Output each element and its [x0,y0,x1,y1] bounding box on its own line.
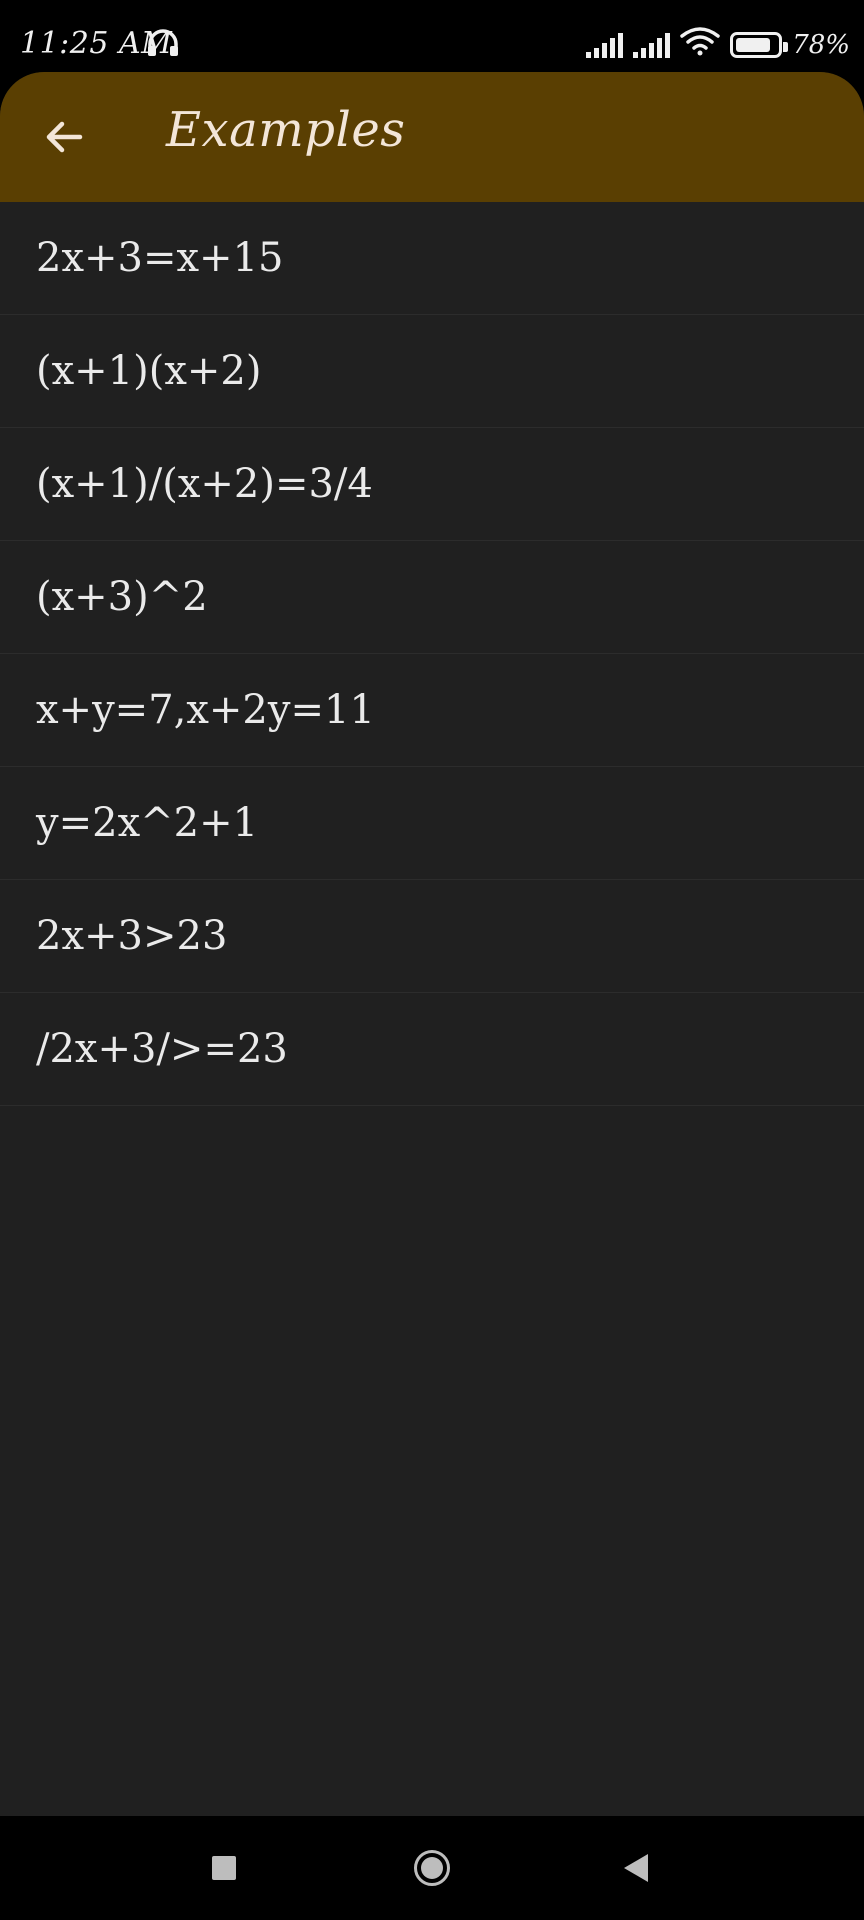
app-screen: Examples 2x+3=x+15 (x+1)(x+2) (x+1)/(x+2… [0,72,864,1816]
signal-icon [586,32,624,58]
battery-icon [730,32,789,58]
signal-icon [633,32,671,58]
arrow-left-icon [46,121,83,153]
recents-square-icon[interactable] [212,1856,236,1880]
battery-percent: 78% [792,30,850,60]
back-triangle-icon[interactable] [624,1854,648,1882]
examples-list: 2x+3=x+15 (x+1)(x+2) (x+1)/(x+2)=3/4 (x+… [0,202,864,1106]
list-item[interactable]: 2x+3>23 [0,880,864,993]
list-item[interactable]: 2x+3=x+15 [0,202,864,315]
list-item[interactable]: (x+1)(x+2) [0,315,864,428]
list-item[interactable]: (x+3)^2 [0,541,864,654]
list-item[interactable]: /2x+3/>=23 [0,993,864,1106]
list-item[interactable]: (x+1)/(x+2)=3/4 [0,428,864,541]
headset-icon [146,28,180,66]
app-bar: Examples [0,72,864,202]
list-item[interactable]: x+y=7,x+2y=11 [0,654,864,767]
system-nav-bar [0,1816,864,1920]
back-button[interactable] [40,112,90,162]
wifi-icon [680,26,720,64]
list-item[interactable]: y=2x^2+1 [0,767,864,880]
page-title: Examples [166,102,406,158]
home-circle-icon[interactable] [414,1850,450,1886]
